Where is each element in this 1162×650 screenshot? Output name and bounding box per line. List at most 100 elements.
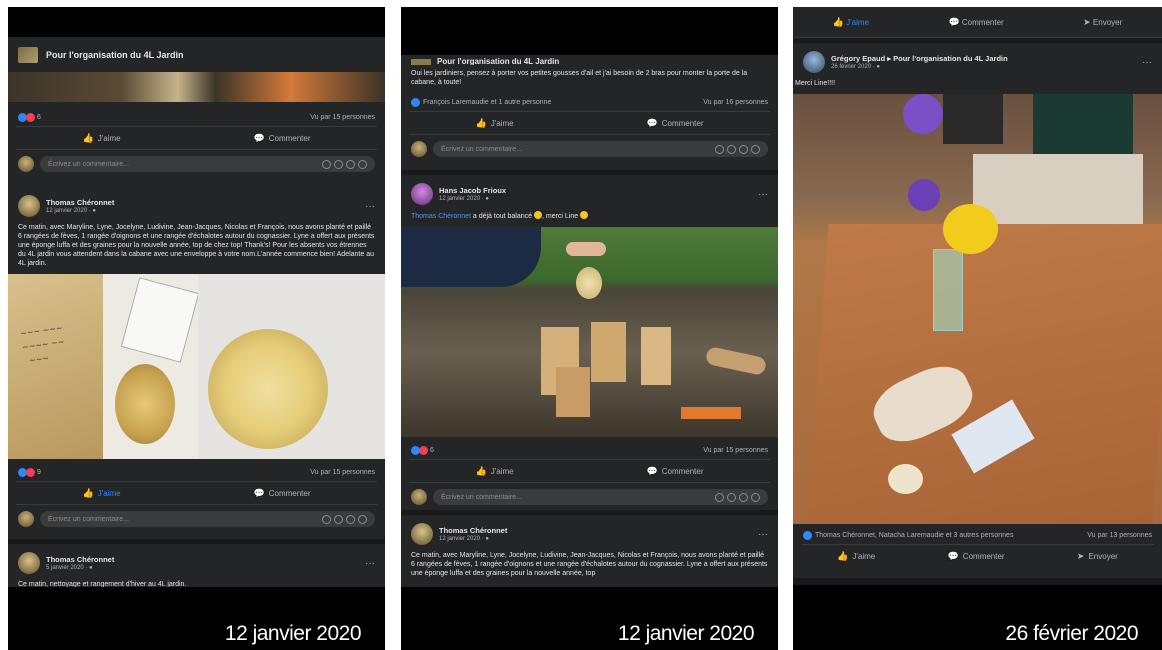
liked-by[interactable]: François Laremaudie et 1 autre personne <box>423 99 551 106</box>
smiley-emoji-icon <box>533 211 542 219</box>
thumbs-up-icon: 👍 <box>475 117 487 128</box>
more-options-icon[interactable]: ··· <box>758 189 768 200</box>
comment-placeholder: Écrivez un commentaire... <box>48 515 129 523</box>
more-options-icon[interactable]: ··· <box>1142 57 1152 68</box>
post-card: Thomas Chéronnet 12 janvier 2020 · ● ··· … <box>8 187 385 539</box>
comment-icon: 💬 <box>948 16 960 27</box>
date-caption: 12 janvier 2020 <box>617 622 755 645</box>
post-photo[interactable]: ~~~ ~~~ ~~~~ ~~ ~~~ <box>8 274 385 459</box>
post-card: Thomas Chéronnet 12 janvier 2020 · ● ··· … <box>401 515 778 587</box>
post-date[interactable]: 12 janvier 2020 · <box>439 196 485 202</box>
reaction-count[interactable]: 9 <box>37 469 41 476</box>
comment-icon: 💬 <box>947 550 959 561</box>
like-button[interactable]: 👍 J'aime <box>832 16 869 27</box>
author-name[interactable]: Thomas Chéronnet <box>439 526 507 535</box>
post-date[interactable]: 5 janvier 2020 · <box>46 565 89 571</box>
seen-by[interactable]: Vu par 16 personnes <box>703 99 768 106</box>
comment-icon: 💬 <box>253 487 265 498</box>
comment-row: Écrivez un commentaire... <box>8 505 385 533</box>
post-header: Grégory Epaud ▸ Pour l'organisation du 4… <box>793 43 1162 77</box>
more-options-icon[interactable]: ··· <box>365 201 375 212</box>
thumbs-up-icon: 👍 <box>832 16 844 27</box>
send-label: Envoyer <box>1092 17 1123 27</box>
avatar <box>18 511 34 527</box>
like-button[interactable]: 👍 J'aime <box>837 551 875 561</box>
mention-link[interactable]: Thomas Chéronnet <box>411 213 471 220</box>
seen-by[interactable]: Vu par 13 personnes <box>1087 532 1152 539</box>
like-label: J'aime <box>490 466 514 476</box>
post-card: Thomas Chéronnet 5 janvier 2020 · ● ··· C… <box>8 544 385 587</box>
comment-button[interactable]: 💬 Commenter <box>646 117 704 128</box>
comment-input[interactable]: Écrivez un commentaire... <box>40 511 375 527</box>
comment-input[interactable]: Écrivez un commentaire... <box>433 141 768 157</box>
like-button[interactable]: 👍 J'aime <box>475 466 514 476</box>
group-thumbnail <box>411 59 431 65</box>
seeds-photo <box>103 274 200 459</box>
post-date[interactable]: 26 février 2020 · <box>831 64 876 70</box>
thumbs-up-icon: 👍 <box>82 487 94 498</box>
comment-icon: 💬 <box>646 117 658 128</box>
send-icon: ➤ <box>1076 550 1085 561</box>
send-button[interactable]: ➤ Envoyer <box>1076 550 1118 561</box>
comment-tools-icon <box>715 144 760 154</box>
comment-input[interactable]: Écrivez un commentaire... <box>433 489 768 505</box>
author-avatar[interactable] <box>411 523 433 545</box>
post-photo[interactable] <box>793 94 1162 524</box>
comment-icon: 💬 <box>646 465 658 476</box>
author-avatar[interactable] <box>18 552 40 574</box>
author-avatar[interactable] <box>411 183 433 205</box>
avatar <box>411 489 427 505</box>
action-bar: 👍 J'aime 💬 Commenter <box>409 459 770 483</box>
love-reaction-icon <box>26 112 35 122</box>
globe-icon: ● <box>876 64 880 70</box>
like-label: J'aime <box>490 118 514 128</box>
author-name[interactable]: Thomas Chéronnet <box>46 555 114 564</box>
more-options-icon[interactable]: ··· <box>758 529 768 540</box>
like-button[interactable]: 👍 J'aime <box>475 117 514 128</box>
post-text: Ce matin, avec Maryline, Lyne, Jocelyne,… <box>411 552 768 577</box>
comment-label: Commenter <box>268 133 311 143</box>
post-date[interactable]: 12 janvier 2020 · <box>46 208 92 214</box>
globe-icon: ● <box>92 208 96 214</box>
comment-button[interactable]: 💬 Commenter <box>947 550 1005 561</box>
comment-button[interactable]: 💬 Commenter <box>253 487 311 498</box>
globe-icon: ● <box>485 196 489 202</box>
seen-by[interactable]: Vu par 15 personnes <box>310 114 375 121</box>
avatar <box>411 141 427 157</box>
author-avatar[interactable] <box>803 51 825 73</box>
top-action-bar: 👍 J'aime 💬 Commenter ➤ Envoyer <box>793 7 1162 38</box>
comment-row: Écrivez un commentaire... <box>401 483 778 511</box>
comment-label: Commenter <box>961 17 1004 27</box>
author-name[interactable]: Grégory Epaud ▸ Pour l'organisation du 4… <box>831 54 1008 63</box>
seen-by[interactable]: Vu par 15 personnes <box>703 447 768 454</box>
comment-button[interactable]: 💬 Commenter <box>646 465 704 476</box>
like-button[interactable]: 👍 J'aime <box>82 487 120 498</box>
group-title: Pour l'organisation du 4L Jardin <box>46 49 184 60</box>
author-avatar[interactable] <box>18 195 40 217</box>
author-name[interactable]: Hans Jacob Frioux <box>439 186 506 195</box>
like-button[interactable]: 👍 J'aime <box>82 133 120 143</box>
comment-tools-icon <box>322 159 367 169</box>
post-date[interactable]: 12 janvier 2020 · <box>439 536 485 542</box>
author-name[interactable]: Thomas Chéronnet <box>46 198 114 207</box>
more-options-icon[interactable]: ··· <box>365 558 375 569</box>
post-text: Ce matin, nettoyage et rangement d'hiver… <box>18 581 187 587</box>
send-button[interactable]: ➤ Envoyer <box>1083 17 1123 27</box>
post-photo[interactable] <box>8 72 385 102</box>
feed: 👍 J'aime 💬 Commenter ➤ Envoyer Grégory E… <box>793 7 1162 585</box>
comment-button[interactable]: 💬 Commenter <box>254 133 311 143</box>
group-header[interactable]: Pour l'organisation du 4L Jardin <box>8 37 385 73</box>
comment-placeholder: Écrivez un commentaire... <box>48 160 129 168</box>
comment-button[interactable]: 💬 Commenter <box>948 16 1004 27</box>
envelope-photo: ~~~ ~~~ ~~~~ ~~ ~~~ <box>8 274 103 459</box>
group-title[interactable]: Pour l'organisation du 4L Jardin <box>437 58 559 66</box>
screenshot-panel-1: Pour l'organisation du 4L Jardin 6 Vu pa… <box>8 7 385 650</box>
reaction-count[interactable]: 6 <box>37 114 41 121</box>
post-stats: 6 Vu par 15 personnes <box>8 108 385 126</box>
comment-input[interactable]: Écrivez un commentaire... <box>40 156 375 172</box>
liked-by[interactable]: Thomas Chéronnet, Natacha Laremaudie et … <box>815 532 1013 539</box>
action-bar: 👍 J'aime 💬 Commenter <box>16 126 377 150</box>
post-photo[interactable] <box>401 227 778 437</box>
seen-by[interactable]: Vu par 15 personnes <box>310 469 375 476</box>
reaction-count[interactable]: 6 <box>430 447 434 454</box>
